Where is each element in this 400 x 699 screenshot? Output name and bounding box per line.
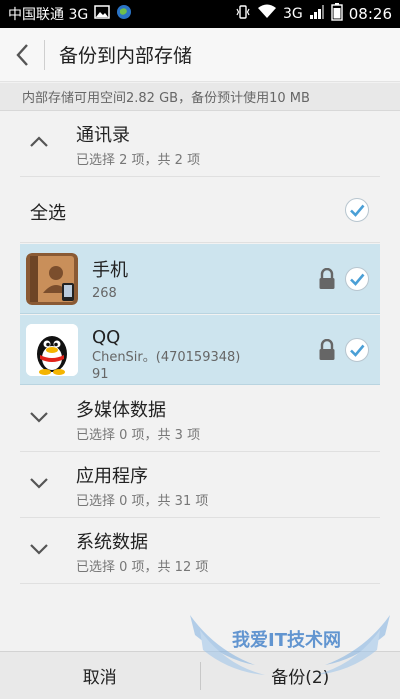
group-apps[interactable]: 应用程序 已选择 0 项，共 31 项 [20,452,380,518]
watermark-text: 我爱IT技术网 [232,630,341,651]
image-notification-icon [94,5,110,23]
select-all-label: 全选 [30,203,66,224]
item-name: QQ [92,327,121,348]
chevron-up-icon [30,136,48,147]
carrier-label: 中国联通 3G [8,7,89,23]
group-system[interactable]: 系统数据 已选择 0 项，共 12 项 [20,518,380,584]
group-media[interactable]: 多媒体数据 已选择 0 项，共 3 项 [20,386,380,452]
divider [44,39,45,70]
checkbox-checked-icon[interactable] [344,337,370,363]
select-all-row[interactable]: 全选 [20,177,380,243]
group-title: 通讯录 [76,125,130,146]
page-title: 备份到内部存储 [59,45,193,67]
group-title: 多媒体数据 [76,400,166,421]
storage-info: 内部存储可用空间2.82 GB，备份预计使用10 MB [0,83,400,111]
group-title: 应用程序 [76,466,148,487]
group-title: 系统数据 [76,532,148,553]
checkbox-checked-icon[interactable] [344,266,370,292]
globe-icon [116,4,132,24]
group-contacts[interactable]: 通讯录 已选择 2 项，共 2 项 [20,111,380,177]
wifi-icon [257,4,277,24]
group-subtitle: 已选择 2 项，共 2 项 [76,153,201,168]
chevron-down-icon [30,478,48,489]
status-bar: 中国联通 3G 3G 08:26 [0,0,400,28]
contacts-app-icon [26,253,78,305]
group-subtitle: 已选择 0 项，共 31 项 [76,494,209,509]
item-count: 268 [92,286,117,301]
group-subtitle: 已选择 0 项，共 3 项 [76,428,201,443]
item-account: ChenSir。(470159348) [92,350,241,365]
item-count: 91 [92,367,109,382]
battery-icon [331,3,343,25]
chevron-down-icon [30,544,48,555]
back-button[interactable] [0,28,44,82]
list-item-qq-contacts[interactable]: QQ ChenSir。(470159348) 91 [20,315,380,385]
vibrate-icon [235,4,251,24]
list-item-phone-contacts[interactable]: 手机 268 [20,244,380,314]
item-name: 手机 [92,260,128,281]
signal-icon [309,4,325,24]
checkbox-checked-icon[interactable] [344,197,370,223]
network-type-label: 3G [283,6,303,22]
action-bar: 备份到内部存储 [0,28,400,82]
lock-icon [319,339,335,360]
qq-app-icon [26,324,78,376]
chevron-left-icon [16,43,28,66]
group-subtitle: 已选择 0 项，共 12 项 [76,560,209,575]
cancel-button[interactable]: 取消 [0,652,200,699]
clock: 08:26 [348,5,392,23]
lock-icon [319,268,335,289]
chevron-down-icon [30,412,48,423]
